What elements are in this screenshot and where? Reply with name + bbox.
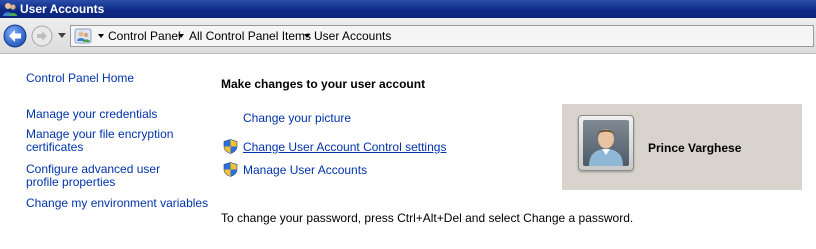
user-name: Prince Varghese [648, 141, 742, 155]
breadcrumb-separator-icon[interactable] [98, 34, 104, 38]
recent-pages-chevron-down-icon[interactable] [58, 33, 66, 39]
change-uac-settings-link[interactable]: Change User Account Control settings [243, 140, 446, 154]
change-picture-link[interactable]: Change your picture [243, 111, 351, 125]
sidebar-item-manage-credentials[interactable]: Manage your credentials [26, 108, 196, 121]
uac-shield-icon [223, 162, 238, 177]
manage-user-accounts-link[interactable]: Manage User Accounts [243, 163, 367, 177]
breadcrumb-control-panel[interactable]: Control Panel [108, 29, 181, 43]
breadcrumb-separator-icon[interactable] [304, 34, 310, 38]
user-picture-icon [589, 129, 623, 166]
breadcrumb-all-items[interactable]: All Control Panel Items [189, 29, 311, 43]
breadcrumb-user-accounts[interactable]: User Accounts [314, 29, 391, 43]
user-account-panel: Prince Varghese [562, 104, 802, 190]
user-accounts-icon [3, 3, 17, 16]
page-heading: Make changes to your user account [221, 77, 426, 91]
breadcrumb-separator-icon[interactable] [178, 34, 184, 38]
address-bar[interactable]: Control Panel All Control Panel Items Us… [70, 25, 814, 47]
control-panel-users-icon [74, 28, 92, 44]
uac-shield-icon [223, 139, 238, 154]
forward-button-icon[interactable] [31, 25, 53, 47]
sidebar-item-file-encryption-certificates[interactable]: Manage your file encryption certificates [26, 128, 186, 154]
window-title: User Accounts [20, 2, 105, 16]
title-bar: User Accounts [0, 0, 816, 18]
sidebar-item-advanced-profile-properties[interactable]: Configure advanced user profile properti… [26, 163, 196, 189]
sidebar-item-control-panel-home[interactable]: Control Panel Home [26, 72, 206, 85]
change-password-hint: To change your password, press Ctrl+Alt+… [221, 211, 634, 225]
sidebar-item-environment-variables[interactable]: Change my environment variables [26, 197, 216, 210]
navigation-bar: Control Panel All Control Panel Items Us… [0, 18, 816, 54]
avatar[interactable] [578, 115, 634, 171]
back-button-icon[interactable] [3, 24, 27, 48]
